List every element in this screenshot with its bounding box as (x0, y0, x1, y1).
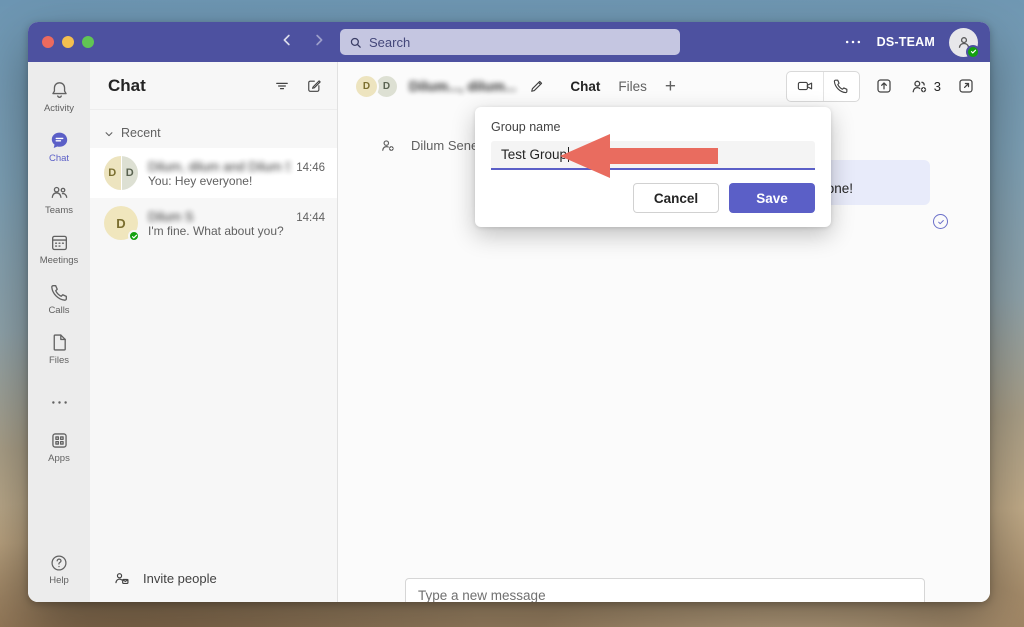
read-receipt-icon (933, 214, 948, 229)
teams-people-icon (49, 182, 70, 203)
person-avatar: D (104, 206, 140, 242)
filter-icon[interactable] (273, 77, 291, 95)
save-button[interactable]: Save (729, 183, 815, 213)
invite-person-icon (112, 569, 131, 588)
new-chat-icon[interactable] (305, 77, 323, 95)
title-bar: DS-TEAM (28, 22, 990, 62)
system-message: Dilum Senevi (378, 136, 488, 155)
audio-call-button[interactable] (822, 71, 859, 101)
add-tab-button[interactable]: + (665, 77, 676, 96)
person-added-icon (378, 136, 397, 155)
bell-icon (49, 80, 70, 101)
phone-icon (832, 77, 850, 95)
chat-timestamp: 14:46 (296, 161, 325, 174)
profile-avatar[interactable] (949, 27, 980, 59)
sidebar-item-meetings[interactable]: Meetings (28, 226, 90, 272)
minimize-window-button[interactable] (62, 36, 74, 48)
pop-out-icon (956, 76, 976, 96)
participant-count: 3 (933, 78, 941, 94)
account-name: DS-TEAM (876, 35, 935, 49)
apps-grid-icon (49, 430, 70, 451)
share-screen-icon (874, 76, 894, 96)
chat-list-panel: Chat Recent D D Dilum, dilum and Dilum S… (90, 62, 338, 602)
annotation-arrow (560, 134, 718, 178)
sidebar-item-help[interactable]: Help (28, 546, 90, 592)
invite-people-button[interactable]: Invite people (90, 554, 337, 602)
ellipsis-icon (49, 392, 70, 413)
chat-list-item-person[interactable]: D Dilum S 14:44 I'm fine. What about you… (90, 198, 337, 248)
chat-list-item-group[interactable]: D D Dilum, dilum and Dilum S 14:46 You: … (90, 148, 337, 198)
chat-timestamp: 14:44 (296, 211, 325, 224)
sidebar-item-calls[interactable]: Calls (28, 276, 90, 322)
recent-section-header[interactable]: Recent (90, 110, 337, 148)
help-icon (49, 553, 69, 573)
zoom-window-button[interactable] (82, 36, 94, 48)
sidebar-item-activity[interactable]: Activity (28, 74, 90, 120)
cancel-button[interactable]: Cancel (633, 183, 719, 213)
conversation-header: D D Dilum..., dilum... Chat Files + 3 (338, 62, 990, 110)
close-window-button[interactable] (42, 36, 54, 48)
available-status-icon (966, 44, 980, 59)
phone-icon (49, 282, 70, 303)
add-people-icon (909, 76, 930, 97)
sidebar-item-apps[interactable]: Apps (28, 424, 90, 470)
group-avatar: D D (104, 156, 138, 190)
chat-preview: I'm fine. What about you? (148, 223, 284, 238)
new-message-input[interactable] (418, 587, 912, 602)
participants-button[interactable]: 3 (909, 76, 941, 97)
redacted-group-name: Dilum..., dilum... (409, 78, 517, 94)
chevron-down-icon (104, 128, 114, 138)
desktop-wallpaper: DS-TEAM Activity (0, 0, 1024, 627)
group-avatar: D D (354, 73, 399, 99)
app-rail: Activity Chat Teams Meetings Calls Files… (28, 62, 90, 602)
sidebar-item-teams[interactable]: Teams (28, 176, 90, 222)
back-icon[interactable] (278, 31, 296, 49)
available-status-icon (128, 230, 140, 242)
sidebar-item-chat[interactable]: Chat (28, 124, 90, 170)
pop-out-chat-button[interactable] (955, 76, 976, 97)
tab-chat[interactable]: Chat (570, 79, 600, 94)
edit-group-name-icon[interactable] (528, 77, 546, 95)
macos-window-controls (42, 36, 94, 48)
chat-preview: You: Hey everyone! (148, 173, 253, 188)
tab-files[interactable]: Files (618, 79, 647, 94)
search-bar[interactable] (340, 29, 680, 55)
search-input[interactable] (369, 34, 672, 50)
sidebar-item-files[interactable]: Files (28, 326, 90, 372)
search-icon (348, 35, 363, 50)
share-content-button[interactable] (874, 76, 895, 97)
message-compose-box[interactable] (405, 578, 925, 602)
redacted-chat-name: Dilum S (148, 208, 194, 224)
document-icon (49, 332, 70, 353)
video-call-button[interactable] (787, 72, 823, 101)
more-options-icon[interactable] (843, 32, 863, 52)
panel-title: Chat (108, 75, 146, 95)
teams-window: DS-TEAM Activity (28, 22, 990, 602)
video-camera-icon (796, 77, 814, 95)
redacted-chat-name: Dilum, dilum and Dilum S (148, 158, 291, 174)
sidebar-item-more[interactable] (28, 390, 90, 414)
chat-bubble-icon (49, 130, 70, 151)
calendar-icon (49, 232, 70, 253)
forward-icon[interactable] (310, 31, 328, 49)
